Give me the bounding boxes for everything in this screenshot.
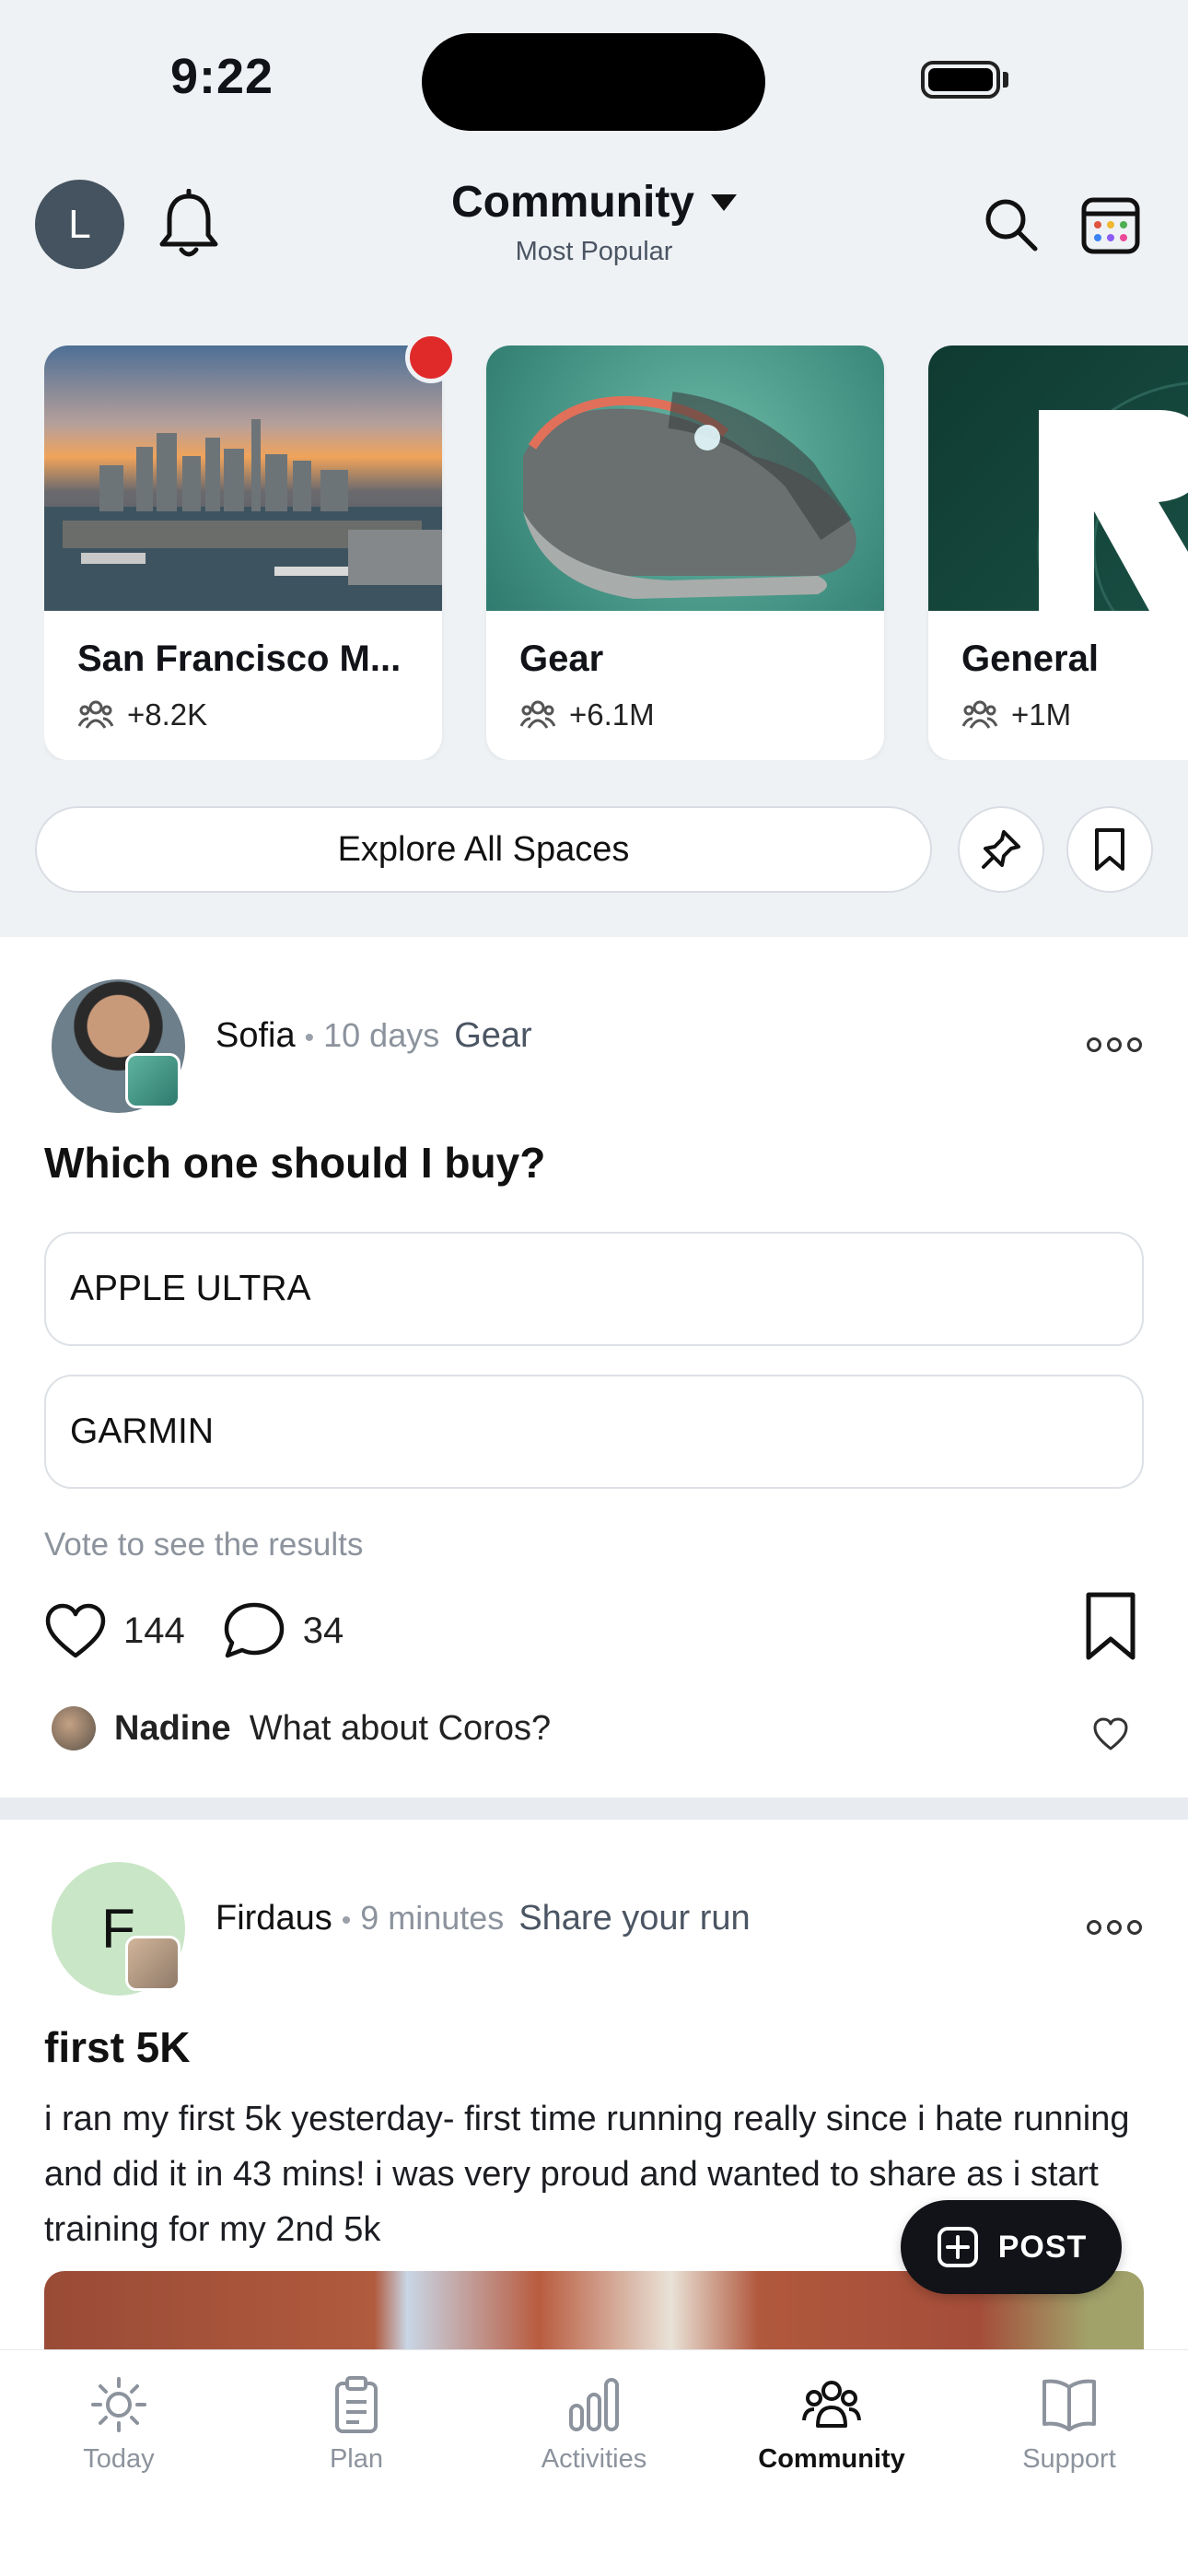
post-divider [0, 1797, 1188, 1820]
post-author[interactable]: Sofia [215, 1016, 296, 1056]
space-name: Gear [519, 638, 604, 679]
post-space[interactable]: Gear [454, 1016, 531, 1056]
new-post-label: POST [997, 2229, 1088, 2265]
post-time: 10 days [323, 1016, 440, 1054]
pinned-button[interactable] [958, 806, 1044, 893]
post-title: Which one should I buy? [44, 1139, 546, 1187]
battery-icon [921, 61, 1000, 99]
commenter-avatar [52, 1706, 96, 1751]
status-time: 9:22 [170, 49, 274, 104]
bookmark-icon [1095, 828, 1124, 871]
meta-separator: • [341, 1905, 352, 1936]
members-icon [77, 700, 114, 729]
comment-button[interactable]: 34 [222, 1600, 344, 1661]
bar-chart-icon [569, 2378, 619, 2431]
caret-down-icon [711, 193, 737, 211]
post-card[interactable]: Sofia • 10 days Gear Which one should I … [0, 937, 1188, 1797]
tab-bar: Today Plan Activities Community Support [0, 2349, 1188, 2576]
space-image-san-francisco [44, 345, 442, 611]
page-title: Community [451, 178, 694, 227]
tab-community[interactable]: Community [740, 2374, 924, 2475]
post-time: 9 minutes [360, 1899, 505, 1937]
notification-dot [405, 332, 457, 383]
more-options-icon[interactable] [1087, 1037, 1142, 1052]
space-member-count: +6.1M [569, 697, 655, 732]
dynamic-island [422, 33, 765, 131]
post-space[interactable]: Share your run [518, 1899, 750, 1938]
space-image-gear [486, 345, 884, 611]
post-title: first 5K [44, 2023, 191, 2071]
space-member-count: +1M [1011, 697, 1072, 732]
tab-label: Today [83, 2444, 155, 2474]
new-post-button[interactable]: POST [901, 2200, 1122, 2294]
clipboard-icon [335, 2376, 378, 2433]
post-meta: Firdaus • 9 minutes Share your run [215, 1899, 751, 1938]
tab-today[interactable]: Today [27, 2374, 211, 2475]
comment-icon [224, 1602, 284, 1658]
saved-button[interactable] [1066, 806, 1153, 893]
battery-tip [1003, 72, 1008, 88]
comment-count: 34 [302, 1610, 344, 1651]
top-comment[interactable]: Nadine What about Coros? [52, 1706, 551, 1751]
plus-square-icon [937, 2227, 978, 2267]
tab-activities[interactable]: Activities [502, 2374, 686, 2475]
space-members: +1M [961, 697, 1071, 732]
members-icon [519, 700, 556, 729]
save-post-icon[interactable] [1083, 1591, 1138, 1661]
post-author[interactable]: Firdaus [215, 1899, 332, 1938]
post-actions: 144 34 [44, 1600, 380, 1661]
space-carousel[interactable]: San Francisco M... +8.2K Gear +6.1M Gene… [44, 345, 1188, 760]
space-image-general [928, 345, 1188, 611]
poll-option[interactable]: GARMIN [44, 1375, 1144, 1489]
tab-label: Activities [541, 2444, 647, 2474]
like-button[interactable]: 144 [44, 1602, 185, 1659]
space-name: San Francisco M... [77, 638, 402, 679]
tab-label: Plan [329, 2444, 384, 2474]
tab-plan[interactable]: Plan [264, 2374, 448, 2475]
heart-icon [45, 1603, 106, 1658]
search-icon[interactable] [982, 195, 1041, 254]
space-card-san-francisco[interactable]: San Francisco M... +8.2K [44, 345, 442, 760]
like-count: 144 [123, 1610, 185, 1651]
tab-support[interactable]: Support [977, 2374, 1161, 2475]
poll-option[interactable]: APPLE ULTRA [44, 1232, 1144, 1346]
space-name: General [961, 638, 1099, 679]
pin-icon [982, 830, 1020, 869]
explore-all-spaces-button[interactable]: Explore All Spaces [35, 806, 932, 893]
people-icon [802, 2381, 861, 2428]
book-icon [1042, 2379, 1096, 2431]
sun-icon [91, 2377, 146, 2432]
space-member-count: +8.2K [127, 697, 208, 732]
space-badge-icon [125, 1053, 181, 1108]
space-card-gear[interactable]: Gear +6.1M [486, 345, 884, 760]
meta-separator: • [304, 1023, 315, 1053]
more-options-icon[interactable] [1087, 1920, 1142, 1935]
post-meta: Sofia • 10 days Gear [215, 1016, 532, 1056]
calendar-icon[interactable] [1079, 193, 1142, 256]
space-members: +8.2K [77, 697, 207, 732]
tab-label: Community [758, 2444, 905, 2474]
poll-hint: Vote to see the results [44, 1527, 364, 1563]
comment-like-icon[interactable] [1092, 1716, 1129, 1751]
space-badge-icon [125, 1936, 181, 1991]
tab-label: Support [1022, 2444, 1116, 2474]
comment-text: What about Coros? [249, 1708, 552, 1748]
comment-author: Nadine [114, 1708, 231, 1748]
space-card-general[interactable]: General +1M [928, 345, 1188, 760]
members-icon [961, 700, 998, 729]
space-members: +6.1M [519, 697, 655, 732]
